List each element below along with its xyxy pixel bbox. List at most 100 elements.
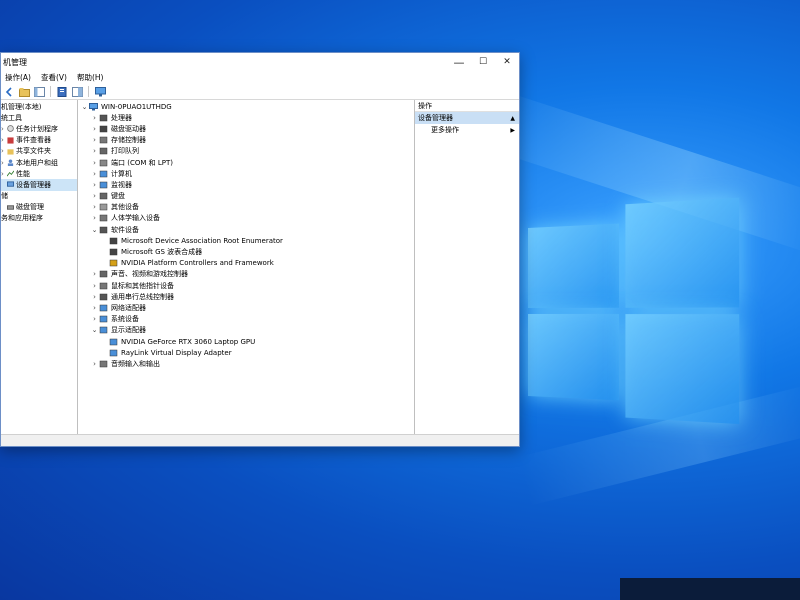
collapse-arrow-icon[interactable]: ▲ (510, 115, 515, 122)
device-category[interactable]: › 网络适配器 (78, 302, 414, 313)
menu-action[interactable]: 操作(A) (5, 72, 31, 83)
device-category[interactable]: › 其他设备 (78, 202, 414, 213)
chevron-right-icon[interactable]: › (90, 125, 99, 133)
device-category[interactable]: › 端口 (COM 和 LPT) (78, 157, 414, 168)
chevron-down-icon[interactable]: ⌄ (80, 103, 89, 111)
close-button[interactable]: ✕ (495, 53, 519, 71)
chevron-right-icon[interactable]: › (90, 315, 99, 323)
tree-root[interactable]: ⌄ WIN-0PUAO1UTHDG (78, 101, 414, 112)
device-label: 存储控制器 (111, 135, 146, 145)
device-icon (99, 136, 108, 144)
device-label: Microsoft GS 波表合成器 (121, 247, 202, 257)
device-icon (99, 214, 108, 222)
device-icon (99, 226, 108, 234)
device-category[interactable]: › 声音、视频和游戏控制器 (78, 269, 414, 280)
show-pane-icon[interactable] (33, 86, 45, 98)
chevron-right-icon[interactable]: › (90, 159, 99, 167)
device-category[interactable]: › 音频输入和输出 (78, 358, 414, 369)
nav-item-event-viewer[interactable]: › 事件查看器 (1, 135, 77, 146)
device-label: 监视器 (111, 180, 132, 190)
properties-icon[interactable] (56, 86, 68, 98)
nav-label: 磁盘管理 (16, 202, 44, 212)
nav-item-computer-management[interactable]: 机管理(本地) (1, 101, 77, 112)
title-bar[interactable]: 机管理 — ☐ ✕ (1, 53, 519, 71)
event-viewer-icon (7, 137, 14, 144)
minimize-button[interactable]: — (447, 53, 471, 71)
device-icon (99, 147, 108, 155)
device-category[interactable]: › 处理器 (78, 112, 414, 123)
device-item[interactable]: RayLink Virtual Display Adapter (78, 347, 414, 358)
device-icon (109, 237, 118, 245)
device-icon (109, 259, 118, 267)
device-icon (99, 315, 108, 323)
performance-icon (7, 170, 14, 177)
nav-item-local-users[interactable]: › 本地用户和组 (1, 157, 77, 168)
device-label: 音频输入和输出 (111, 359, 160, 369)
nav-label: 统工具 (1, 113, 22, 123)
nav-item-disk-management[interactable]: 磁盘管理 (1, 202, 77, 213)
chevron-right-icon[interactable]: › (90, 360, 99, 368)
device-label: 其他设备 (111, 202, 139, 212)
nav-item-shared-folders[interactable]: › 共享文件夹 (1, 146, 77, 157)
nav-item-system-tools[interactable]: 统工具 (1, 112, 77, 123)
device-category[interactable]: › 系统设备 (78, 314, 414, 325)
more-actions-item[interactable]: 更多操作 ▶ (415, 124, 519, 136)
device-item[interactable]: NVIDIA GeForce RTX 3060 Laptop GPU (78, 336, 414, 347)
chevron-down-icon[interactable]: ⌄ (90, 226, 99, 234)
device-manager-icon (7, 181, 14, 188)
nav-label: 设备管理器 (16, 180, 51, 190)
actions-section-device-manager[interactable]: 设备管理器 ▲ (415, 112, 519, 124)
up-folder-icon[interactable] (18, 86, 30, 98)
monitor-icon[interactable] (94, 86, 106, 98)
device-category[interactable]: › 鼠标和其他指针设备 (78, 280, 414, 291)
chevron-right-icon[interactable]: › (90, 203, 99, 211)
chevron-down-icon[interactable]: ⌄ (90, 326, 99, 334)
chevron-right-icon[interactable]: › (90, 192, 99, 200)
chevron-right-icon[interactable]: › (90, 214, 99, 222)
device-icon (99, 181, 108, 189)
device-category[interactable]: › 磁盘驱动器 (78, 123, 414, 134)
nav-item-performance[interactable]: › 性能 (1, 168, 77, 179)
back-icon[interactable] (3, 86, 15, 98)
chevron-right-icon[interactable]: › (90, 181, 99, 189)
device-icon (99, 170, 108, 178)
nav-label: 性能 (16, 169, 30, 179)
nav-label: 共享文件夹 (16, 146, 51, 156)
device-category[interactable]: ⌄ 软件设备 (78, 224, 414, 235)
device-label: 打印队列 (111, 146, 139, 156)
window-controls: — ☐ ✕ (447, 53, 519, 71)
device-category[interactable]: › 人体学输入设备 (78, 213, 414, 224)
device-category[interactable]: › 存储控制器 (78, 135, 414, 146)
device-category[interactable]: › 键盘 (78, 191, 414, 202)
device-category[interactable]: › 通用串行总线控制器 (78, 291, 414, 302)
help-icon[interactable] (71, 86, 83, 98)
nav-label: 务和应用程序 (1, 213, 43, 223)
chevron-right-icon[interactable]: › (90, 147, 99, 155)
device-category[interactable]: ⌄ 显示适配器 (78, 325, 414, 336)
chevron-right-icon[interactable]: › (90, 114, 99, 122)
chevron-right-icon[interactable]: › (90, 270, 99, 278)
nav-item-storage[interactable]: 储 (1, 191, 77, 202)
chevron-right-icon[interactable]: › (90, 282, 99, 290)
nav-item-task-scheduler[interactable]: › 任务计划程序 (1, 123, 77, 134)
device-category[interactable]: › 监视器 (78, 179, 414, 190)
chevron-right-icon[interactable]: › (90, 136, 99, 144)
device-item[interactable]: Microsoft Device Association Root Enumer… (78, 235, 414, 246)
device-label: NVIDIA GeForce RTX 3060 Laptop GPU (121, 338, 255, 346)
chevron-right-icon[interactable]: › (90, 304, 99, 312)
toolbar-separator (50, 86, 51, 97)
menu-view[interactable]: 查看(V) (41, 72, 67, 83)
nav-item-device-manager[interactable]: 设备管理器 (1, 179, 77, 190)
device-category[interactable]: › 计算机 (78, 168, 414, 179)
nav-item-services-apps[interactable]: 务和应用程序 (1, 213, 77, 224)
device-icon (109, 248, 118, 256)
device-label: Microsoft Device Association Root Enumer… (121, 237, 283, 245)
maximize-button[interactable]: ☐ (471, 53, 495, 71)
device-category[interactable]: › 打印队列 (78, 146, 414, 157)
device-item[interactable]: Microsoft GS 波表合成器 (78, 246, 414, 257)
chevron-right-icon[interactable]: › (90, 293, 99, 301)
chevron-right-icon[interactable]: › (90, 170, 99, 178)
windows-logo (528, 197, 744, 427)
device-item[interactable]: NVIDIA Platform Controllers and Framewor… (78, 258, 414, 269)
menu-help[interactable]: 帮助(H) (77, 72, 104, 83)
